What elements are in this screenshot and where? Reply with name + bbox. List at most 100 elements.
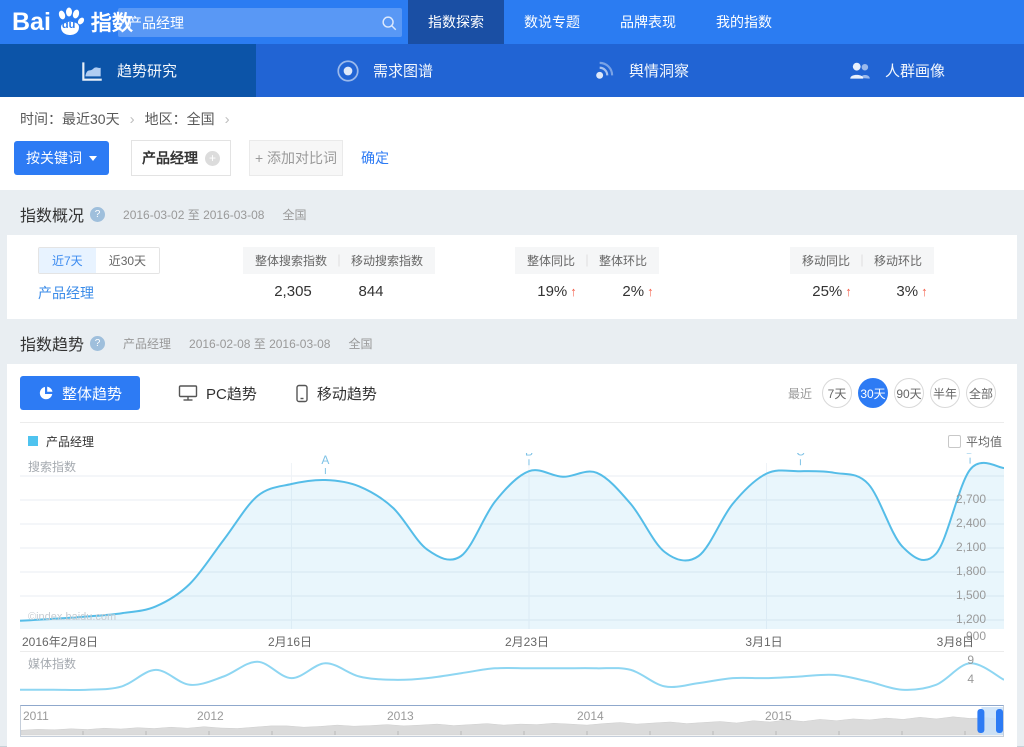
add-compare-button[interactable]: + 添加对比词 [249, 140, 343, 176]
search-icon[interactable] [376, 14, 402, 32]
toolbar-divider [20, 422, 1004, 423]
logo-text-bai: Bai [12, 8, 51, 37]
monitor-icon [178, 384, 198, 402]
x-tick: 2月16日 [268, 633, 312, 650]
time-filter[interactable]: 时间：最近30天 [20, 109, 120, 129]
keyword-chip-label: 产品经理 [142, 148, 198, 168]
region-filter[interactable]: 地区：全国 [145, 109, 215, 129]
tab-label: 趋势研究 [117, 60, 177, 81]
media-index-axis-label: 媒体指数 [28, 655, 76, 672]
baidu-paw-icon: du [53, 5, 87, 39]
header-search-index: 整体搜索指数｜移动搜索指数 [243, 247, 435, 274]
legend-row: 产品经理 平均值 [20, 429, 1004, 453]
tab-label: 整体趋势 [62, 383, 122, 404]
y-tick: 1,800 [936, 564, 986, 578]
scrubber-right-handle[interactable] [996, 709, 1003, 733]
mobile-mom-value: 3%↑ [882, 283, 942, 300]
col-overall-yoy: 整体同比 [527, 254, 575, 268]
scrubber-year: 2014 [577, 709, 604, 723]
tab-label: 舆情洞察 [629, 60, 689, 81]
col-overall-mom: 整体环比 [599, 254, 647, 268]
keyword-chip[interactable]: 产品经理 + [131, 140, 231, 176]
watermark: ©index.baidu.com [28, 611, 116, 623]
scrubber-year: 2013 [387, 709, 414, 723]
filter-row: 时间：最近30天 › 地区：全国 › [14, 109, 1024, 129]
help-icon[interactable]: ? [90, 207, 105, 222]
tab-pc-trend[interactable]: PC趋势 [178, 383, 257, 404]
tab-trend-research[interactable]: 趋势研究 [0, 44, 256, 97]
range-90d-button[interactable]: 90天 [894, 378, 924, 408]
filter-area: 时间：最近30天 › 地区：全国 › 按关键词 产品经理 + + 添加对比词 确… [0, 97, 1024, 190]
x-tick: 3月8日 [937, 633, 974, 650]
trend-chart-icon [79, 58, 105, 84]
range-all-button[interactable]: 全部 [966, 378, 996, 408]
trend-date-range: 2016-02-08 至 2016-03-08 [189, 335, 330, 352]
header-mobile-change: 移动同比｜移动环比 [790, 247, 934, 274]
help-icon[interactable]: ? [90, 336, 105, 351]
trend-region: 全国 [348, 335, 372, 352]
header-overall-change: 整体同比｜整体环比 [515, 247, 659, 274]
search-index-axis-label: 搜索指数 [28, 458, 76, 475]
scrubber-year: 2012 [197, 709, 224, 723]
top-nav: 指数探索 数说专题 品牌表现 我的指数 [408, 0, 792, 44]
tab-last-7-days[interactable]: 近7天 [39, 248, 96, 273]
tab-audience-profile[interactable]: 人群画像 [768, 44, 1024, 97]
time-range-group: 最近 7天 30天 90天 半年 全部 [788, 378, 996, 408]
average-toggle[interactable]: 平均值 [948, 433, 1002, 450]
news-marker-C: C [796, 453, 805, 458]
checkbox-icon[interactable] [948, 435, 961, 448]
tab-overall-trend[interactable]: 整体趋势 [20, 376, 140, 410]
scrubber-plot [21, 706, 1003, 736]
overview-data-row: 产品经理 2,305 844 19%↑ 2%↑ 25%↑ 3%↑ [7, 283, 1017, 303]
nav-index-explore[interactable]: 指数探索 [408, 0, 504, 44]
tab-label: 需求图谱 [373, 60, 433, 81]
overall-mom-number: 2% [622, 283, 644, 300]
trend-keyword: 产品经理 [123, 335, 171, 352]
tab-label: 人群画像 [885, 60, 945, 81]
nav-my-index[interactable]: 我的指数 [696, 0, 792, 44]
average-label: 平均值 [966, 433, 1002, 450]
trend-section-header: 指数趋势 ? 产品经理 2016-02-08 至 2016-03-08 全国 [0, 319, 1024, 364]
search-index-chart[interactable]: ABCD 搜索指数 2,700 2,400 2,100 1,800 1,500 … [20, 453, 1004, 629]
overview-header-row: 近7天 近30天 整体搜索指数｜移动搜索指数 整体同比｜整体环比 移动同比｜移动… [7, 247, 1017, 271]
up-arrow-icon: ↑ [647, 284, 654, 299]
module-tabs: 趋势研究 需求图谱 舆情洞察 [0, 44, 1024, 97]
nav-data-topics[interactable]: 数说专题 [504, 0, 600, 44]
range-7d-button[interactable]: 7天 [822, 378, 852, 408]
x-tick: 2016年2月8日 [22, 633, 98, 650]
overview-title: 指数概况 [20, 202, 84, 226]
search-input[interactable] [118, 15, 376, 31]
keyword-chip-icon[interactable]: + [205, 151, 220, 166]
media-index-chart[interactable]: 媒体指数 9 4 [20, 651, 1004, 699]
news-marker-D: D [966, 453, 975, 457]
overview-region: 全国 [282, 206, 306, 223]
overall-yoy-number: 19% [537, 283, 567, 300]
confirm-link[interactable]: 确定 [361, 148, 389, 168]
overview-date-range: 2016-03-02 至 2016-03-08 [123, 206, 264, 223]
tab-sentiment-insight[interactable]: 舆情洞察 [512, 44, 768, 97]
keyword-link[interactable]: 产品经理 [38, 283, 94, 303]
people-icon [847, 58, 873, 84]
legend-keyword: 产品经理 [46, 433, 94, 450]
x-axis-labels: 2016年2月8日 2月16日 2月23日 3月1日 3月8日 [20, 629, 1004, 651]
range-half-year-button[interactable]: 半年 [930, 378, 960, 408]
tab-mobile-trend[interactable]: 移动趋势 [295, 383, 377, 404]
scrubber-year: 2011 [23, 709, 49, 723]
tab-last-30-days[interactable]: 近30天 [96, 248, 159, 273]
trend-toolbar: 整体趋势 PC趋势 移动趋势 最近 7天 30天 [20, 376, 1004, 410]
media-y-tick: 4 [967, 672, 974, 686]
y-tick: 1,200 [936, 612, 986, 626]
baidu-index-app: Bai du 指数 指数 [0, 0, 1024, 747]
overview-section-header: 指数概况 ? 2016-03-02 至 2016-03-08 全国 [0, 190, 1024, 235]
tab-label: PC趋势 [206, 383, 257, 404]
baidu-index-logo[interactable]: Bai du 指数 [12, 5, 133, 39]
chevron-right-icon: › [126, 112, 139, 127]
range-30d-button[interactable]: 30天 [858, 378, 888, 408]
x-tick: 2月23日 [505, 633, 549, 650]
scrubber-left-handle[interactable] [977, 709, 984, 733]
tab-demand-graph[interactable]: 需求图谱 [256, 44, 512, 97]
media-index-plot [20, 652, 1004, 699]
timeline-scrubber[interactable]: 2011 2012 2013 2014 2015 [20, 705, 1004, 737]
keyword-mode-button[interactable]: 按关键词 [14, 141, 109, 175]
nav-brand-performance[interactable]: 品牌表现 [600, 0, 696, 44]
